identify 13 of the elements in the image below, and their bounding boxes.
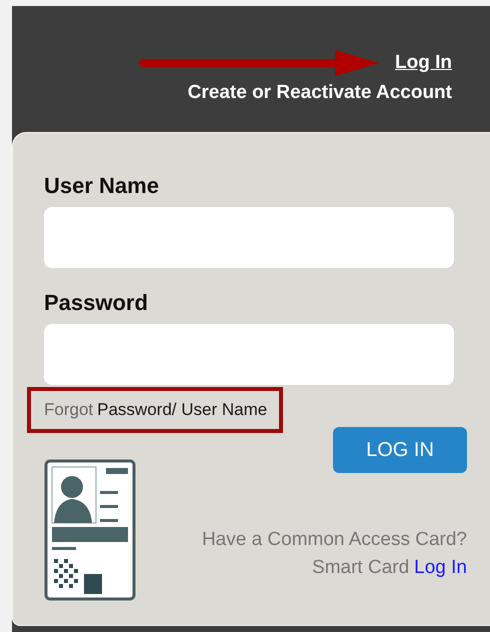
input-field[interactable]: [44, 324, 454, 385]
log-in-link[interactable]: Log In: [395, 52, 452, 74]
smart-card-text: Smart Card: [312, 557, 410, 579]
id-card-icon: [44, 459, 136, 601]
forgot-link[interactable]: Password/ User Name: [97, 400, 268, 420]
log-in-button[interactable]: LOG IN: [333, 427, 467, 473]
forgot-text: Forgot: [44, 400, 94, 420]
smart-card-login-link[interactable]: Log In: [414, 557, 467, 579]
create-account-link[interactable]: Create or Reactivate Account: [188, 82, 452, 104]
input-field[interactable]: [44, 207, 454, 268]
field-label: Password: [44, 290, 149, 316]
cac-question: Have a Common Access Card?: [202, 529, 467, 551]
field-label: User Name: [44, 173, 160, 199]
